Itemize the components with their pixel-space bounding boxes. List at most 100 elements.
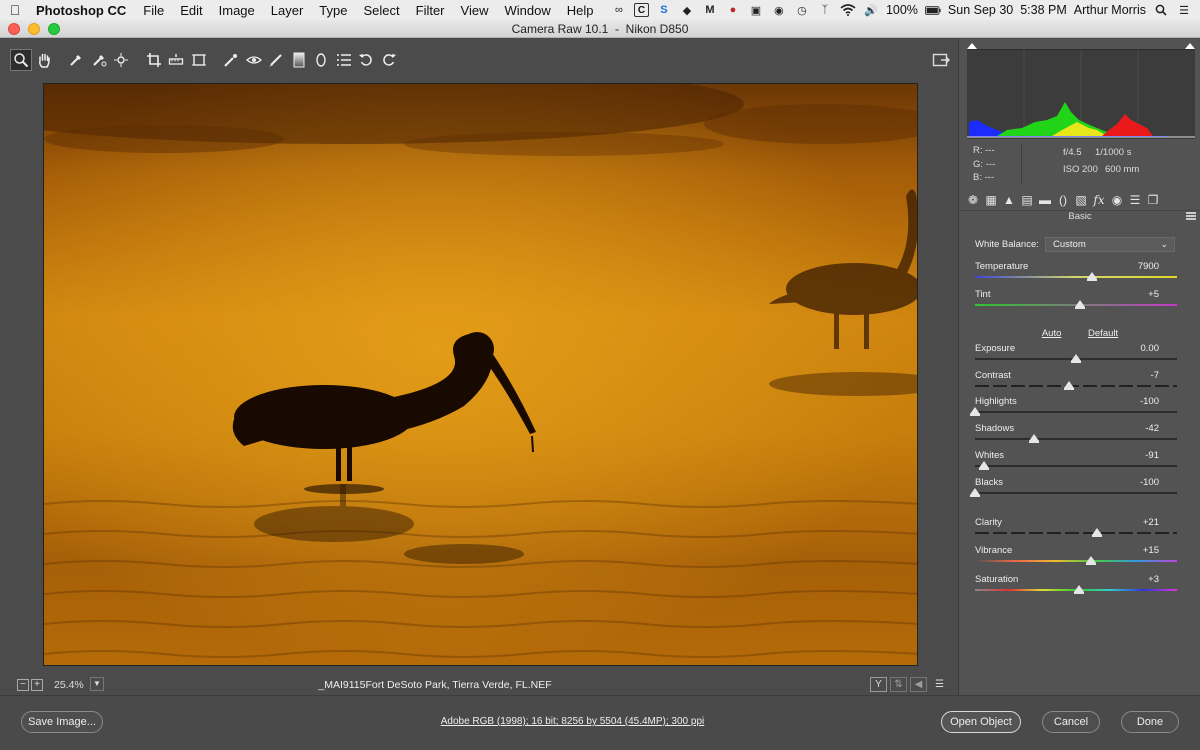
wifi-icon[interactable] [840,3,856,17]
clarity-slider[interactable]: Clarity +21 [975,517,1177,539]
shadows-value[interactable]: -42 [1145,423,1159,434]
menu-file[interactable]: File [136,3,173,18]
panel-menu-icon[interactable] [1186,212,1196,220]
malwarebytes-icon[interactable]: M [702,3,718,17]
blacks-value[interactable]: -100 [1140,477,1159,488]
detail-tab-icon[interactable]: ▲ [1000,192,1018,208]
white-balance-select[interactable]: Custom ⌄ [1045,237,1175,252]
shadow-clipping-warning-icon[interactable] [967,43,977,49]
menu-help[interactable]: Help [560,3,603,18]
battery-icon[interactable] [924,3,941,17]
menu-image[interactable]: Image [212,3,264,18]
minimize-window-button[interactable] [28,23,40,35]
contrast-value[interactable]: -7 [1151,370,1159,381]
shadows-track[interactable] [975,438,1177,440]
saturation-value[interactable]: +3 [1148,574,1159,585]
spotlight-icon[interactable] [1153,3,1169,17]
effects-tab-icon[interactable]: fx [1090,192,1108,208]
time-machine-icon[interactable]: ◷ [794,3,810,17]
exposure-value[interactable]: 0.00 [1141,343,1160,354]
vibrance-value[interactable]: +15 [1143,545,1159,556]
contrast-slider[interactable]: Contrast -7 [975,370,1177,392]
saturation-slider[interactable]: Saturation +3 [975,574,1177,596]
snapshots-tab-icon[interactable]: ❐ [1144,192,1162,208]
transform-tab-icon[interactable]: ▧ [1072,192,1090,208]
fullscreen-toggle-icon[interactable] [932,52,950,70]
exposure-thumb[interactable] [1071,354,1081,363]
clarity-value[interactable]: +21 [1143,517,1159,528]
contrast-track[interactable] [975,385,1177,387]
default-button[interactable]: Default [1088,328,1118,339]
binoculars-icon[interactable]: ◉ [771,3,787,17]
transform-tool-icon[interactable] [188,49,210,71]
bluetooth-icon[interactable]: ᛉ [817,3,833,17]
preferences-tool-icon[interactable] [333,49,355,71]
basic-tab-icon[interactable]: ❁ [964,192,982,208]
highlights-track[interactable] [975,411,1177,413]
vibrance-track[interactable] [975,560,1177,562]
toggle-settings-icon[interactable]: ☰ [931,677,948,692]
clipboard-c-icon[interactable]: C [633,3,649,17]
vibrance-thumb[interactable] [1086,556,1097,565]
whites-thumb[interactable] [979,461,990,470]
adjustment-brush-tool-icon[interactable] [265,49,287,71]
straighten-tool-icon[interactable] [165,49,187,71]
tint-thumb[interactable] [1075,300,1086,309]
radial-filter-tool-icon[interactable] [310,49,332,71]
clarity-thumb[interactable] [1092,528,1103,537]
menu-edit[interactable]: Edit [173,3,211,18]
app-menu[interactable]: Photoshop CC [30,3,136,18]
color-sampler-tool-icon[interactable] [88,49,110,71]
shadows-thumb[interactable] [1028,434,1039,443]
menu-select[interactable]: Select [356,3,408,18]
menu-type[interactable]: Type [312,3,356,18]
copy-settings-icon[interactable]: ◀ [910,677,927,692]
zoom-tool-icon[interactable] [10,49,32,71]
user-name[interactable]: Arthur Morris [1074,3,1146,17]
saturation-thumb[interactable] [1074,585,1085,594]
presets-tab-icon[interactable]: ☰ [1126,192,1144,208]
highlights-value[interactable]: -100 [1140,396,1159,407]
highlights-thumb[interactable] [970,407,980,416]
notification-center-icon[interactable]: ☰ [1176,3,1192,17]
menu-view[interactable]: View [454,3,498,18]
clock[interactable]: Sun Sep 30 5:38 PM [948,3,1067,17]
target-adjustment-tool-icon[interactable] [110,49,132,71]
dropbox-icon[interactable]: ◆ [679,3,695,17]
drive-icon[interactable]: ▣ [748,3,764,17]
zoom-window-button[interactable] [48,23,60,35]
highlight-clipping-warning-icon[interactable] [1185,43,1195,49]
temperature-value[interactable]: 7900 [1138,261,1159,272]
shadows-slider[interactable]: Shadows -42 [975,423,1177,445]
hand-tool-icon[interactable] [33,49,55,71]
white-balance-tool-icon[interactable] [65,49,87,71]
done-button[interactable]: Done [1121,711,1179,733]
blacks-thumb[interactable] [970,488,980,497]
spot-removal-tool-icon[interactable] [220,49,242,71]
blacks-track[interactable] [975,492,1177,494]
temperature-track[interactable] [975,276,1177,278]
menu-window[interactable]: Window [497,3,559,18]
open-object-button[interactable]: Open Object [941,711,1021,733]
camera-calibration-tab-icon[interactable]: ◉ [1108,192,1126,208]
red-eye-tool-icon[interactable] [243,49,265,71]
volume-icon[interactable]: 🔊 [863,3,879,17]
rotate-left-icon[interactable] [355,49,377,71]
before-after-toggle[interactable]: Y [870,677,887,692]
menu-layer[interactable]: Layer [264,3,313,18]
crop-tool-icon[interactable] [143,49,165,71]
highlights-slider[interactable]: Highlights -100 [970,396,1177,418]
blacks-slider[interactable]: Blacks -100 [970,477,1177,499]
security-icon[interactable]: ● [725,3,741,17]
creative-cloud-icon[interactable]: ∞ [611,3,627,17]
skype-icon[interactable]: S [656,3,672,17]
graduated-filter-tool-icon[interactable] [288,49,310,71]
hsl-tab-icon[interactable]: ▤ [1018,192,1036,208]
auto-button[interactable]: Auto [1042,328,1062,339]
whites-track[interactable] [975,465,1177,467]
exposure-slider[interactable]: Exposure 0.00 [975,343,1177,365]
temperature-thumb[interactable] [1087,272,1098,281]
temperature-slider[interactable]: Temperature 7900 [975,261,1177,283]
tone-curve-tab-icon[interactable]: ▦ [982,192,1000,208]
rotate-right-icon[interactable] [378,49,400,71]
